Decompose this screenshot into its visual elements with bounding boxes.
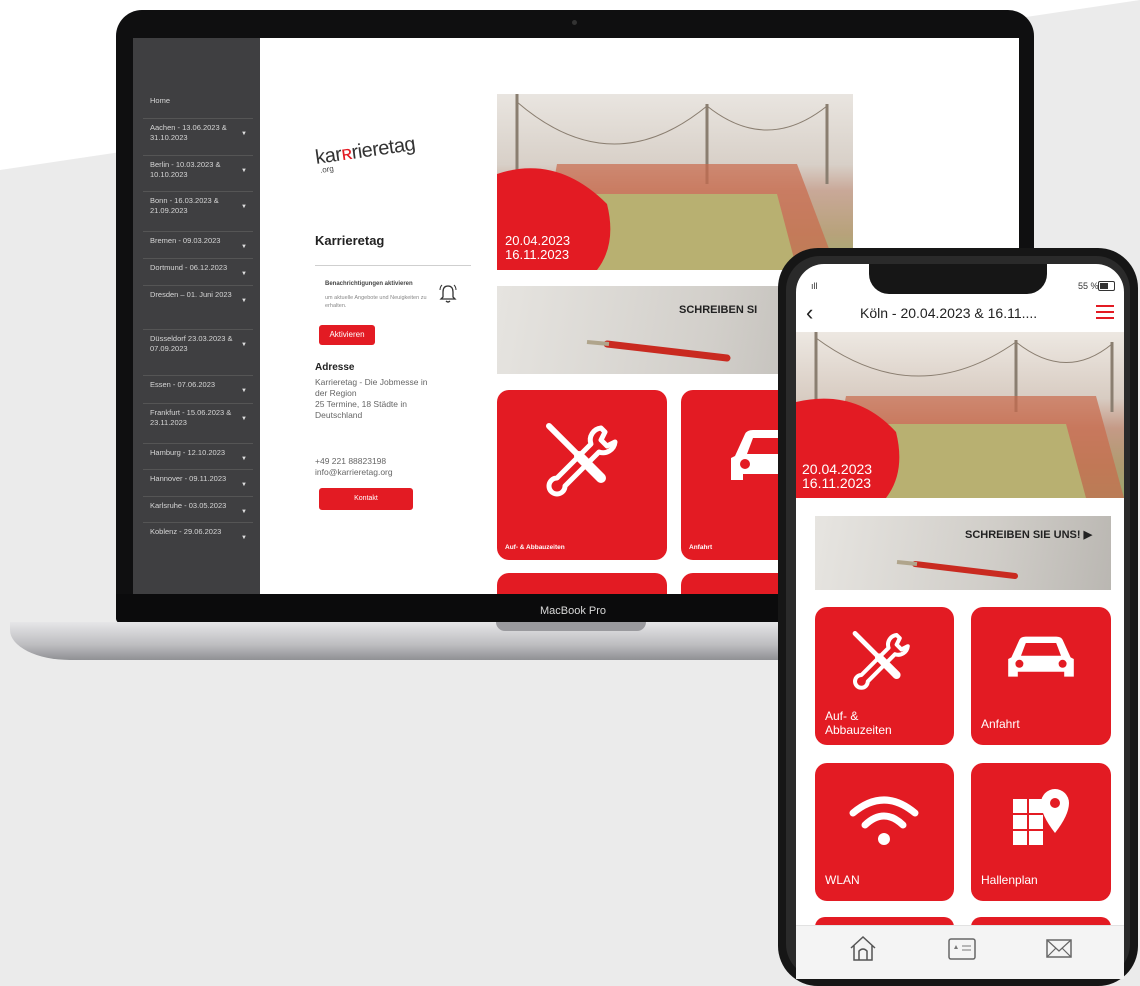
- sidebar-item[interactable]: Dresden – 01. Juni 2023: [150, 290, 245, 300]
- camera: [572, 20, 577, 25]
- car-icon: [1008, 636, 1074, 677]
- tile-label: Auf- & Abbauzeiten: [825, 709, 892, 737]
- tile-label: Hallenplan: [981, 873, 1038, 887]
- signal-indicator: ıll: [811, 281, 818, 291]
- chevron-down-icon[interactable]: ▼: [241, 168, 247, 174]
- tile-setup-times[interactable]: Auf- & Abbauzeiten: [497, 390, 667, 560]
- sidebar-item[interactable]: Home: [150, 96, 245, 106]
- sidebar-divider: [143, 375, 253, 376]
- home-icon[interactable]: [848, 934, 878, 962]
- address-heading: Adresse: [315, 362, 355, 373]
- sidebar-divider: [143, 496, 253, 497]
- logo-suffix: .org: [319, 164, 335, 175]
- chevron-down-icon[interactable]: ▼: [241, 298, 247, 304]
- contact-button[interactable]: Kontakt: [319, 488, 413, 510]
- phone-notch: [869, 264, 1047, 294]
- tile-label: Auf- & Abbauzeiten: [505, 544, 565, 551]
- hero-date-2: 16.11.2023: [505, 247, 570, 262]
- sidebar-item[interactable]: Essen - 07.06.2023: [150, 380, 245, 390]
- sidebar-divider: [143, 118, 253, 119]
- sidebar-divider: [143, 231, 253, 232]
- sidebar-item[interactable]: Dortmund - 06.12.2023: [150, 263, 245, 273]
- chevron-down-icon[interactable]: ▼: [241, 342, 247, 348]
- divider: [315, 265, 471, 266]
- tile-label: Anfahrt: [981, 717, 1020, 731]
- sidebar-item[interactable]: Hannover - 09.11.2023: [150, 474, 245, 484]
- chevron-down-icon[interactable]: ▼: [241, 271, 247, 277]
- address-line: der Region: [315, 388, 357, 398]
- address-line: 25 Termine, 18 Städte in: [315, 399, 407, 409]
- activate-button[interactable]: Aktivieren: [319, 325, 375, 345]
- sidebar-divider: [143, 329, 253, 330]
- tile-directions[interactable]: Anfahrt: [971, 607, 1111, 745]
- sidebar-item[interactable]: Bonn - 16.03.2023 & 21.09.2023: [150, 196, 245, 216]
- sidebar-item[interactable]: Berlin - 10.03.2023 & 10.10.2023: [150, 160, 245, 180]
- sidebar-divider: [143, 469, 253, 470]
- tile-partial[interactable]: [497, 573, 667, 594]
- hero-image[interactable]: 20.04.2023 16.11.2023: [497, 94, 853, 270]
- sidebar-item[interactable]: Hamburg - 12.10.2023: [150, 448, 245, 458]
- notification-text: um aktuelle Angebote und Neuigkeiten zu …: [325, 295, 427, 309]
- mail-icon[interactable]: [1044, 934, 1074, 962]
- sidebar-divider: [143, 155, 253, 156]
- sidebar-divider: [143, 258, 253, 259]
- address-line: Karrieretag - Die Jobmesse in: [315, 377, 428, 387]
- laptop-hinge-notch: [496, 622, 646, 631]
- bell-icon[interactable]: [439, 284, 457, 304]
- app-title: Köln - 20.04.2023 & 16.11....: [860, 305, 1038, 321]
- chevron-down-icon[interactable]: ▼: [241, 509, 247, 515]
- hamburger-menu-icon[interactable]: [1096, 305, 1114, 323]
- sidebar-divider: [143, 285, 253, 286]
- chevron-down-icon[interactable]: ▼: [241, 535, 247, 541]
- chevron-down-icon[interactable]: ▼: [241, 204, 247, 210]
- back-chevron-icon[interactable]: ‹: [806, 300, 813, 326]
- chevron-down-icon[interactable]: ▼: [241, 456, 247, 462]
- hero-date-2: 16.11.2023: [802, 475, 872, 491]
- email-link[interactable]: info@karrieretag.org: [315, 467, 465, 478]
- sidebar-item[interactable]: Frankfurt - 15.06.2023 & 23.11.2023: [150, 408, 245, 428]
- chevron-down-icon[interactable]: ▼: [241, 244, 247, 250]
- chevron-down-icon[interactable]: ▼: [241, 131, 247, 137]
- sidebar-divider: [143, 403, 253, 404]
- side-title: Karrieretag: [315, 233, 385, 248]
- floor-plan-icon: [1013, 789, 1069, 845]
- tile-floor-plan[interactable]: Hallenplan: [971, 763, 1111, 901]
- tile-setup-times[interactable]: Auf- & Abbauzeiten: [815, 607, 954, 745]
- address: Karrieretag - Die Jobmesse in der Region…: [315, 377, 465, 421]
- address-line: Deutschland: [315, 410, 363, 420]
- sidebar-item[interactable]: Aachen - 13.06.2023 & 31.10.2023: [150, 123, 245, 143]
- tile-label: WLAN: [825, 873, 860, 887]
- battery-icon: [1098, 281, 1115, 291]
- sidebar-item[interactable]: Düsseldorf 23.03.2023 & 07.09.2023: [150, 334, 245, 354]
- contact-banner[interactable]: SCHREIBEN SIE UNS! ▶: [815, 516, 1111, 590]
- chevron-down-icon[interactable]: ▼: [241, 482, 247, 488]
- hero-date-1: 20.04.2023: [802, 461, 873, 477]
- tile-wifi[interactable]: WLAN: [815, 763, 954, 901]
- sidebar-divider: [143, 443, 253, 444]
- sidebar-item[interactable]: Koblenz - 29.06.2023: [150, 527, 245, 537]
- sidebar-divider: [143, 522, 253, 523]
- phone-number[interactable]: +49 221 88823198: [315, 456, 465, 467]
- sidebar: Home Aachen - 13.06.2023 & 31.10.2023 ▼ Ber…: [133, 38, 260, 594]
- chevron-down-icon[interactable]: ▼: [241, 416, 247, 422]
- tools-icon: [546, 423, 618, 497]
- sidebar-divider: [143, 191, 253, 192]
- battery-percent: 55 %: [1078, 281, 1099, 291]
- contact-info: +49 221 88823198 info@karrieretag.org: [315, 456, 465, 478]
- banner-text: SCHREIBEN SI: [679, 304, 758, 316]
- tools-icon: [852, 631, 910, 690]
- banner-text: SCHREIBEN SIE UNS! ▶: [965, 529, 1093, 541]
- card-icon[interactable]: [946, 934, 978, 962]
- sidebar-item[interactable]: Bremen - 09.03.2023: [150, 236, 245, 246]
- chevron-down-icon[interactable]: ▼: [241, 388, 247, 394]
- notification-heading: Benachrichtigungen aktivieren: [325, 281, 413, 287]
- sidebar-item[interactable]: Karlsruhe - 03.05.2023: [150, 501, 245, 511]
- hero-date-1: 20.04.2023: [505, 233, 571, 248]
- wifi-icon: [849, 796, 919, 845]
- tile-label: Anfahrt: [689, 544, 713, 551]
